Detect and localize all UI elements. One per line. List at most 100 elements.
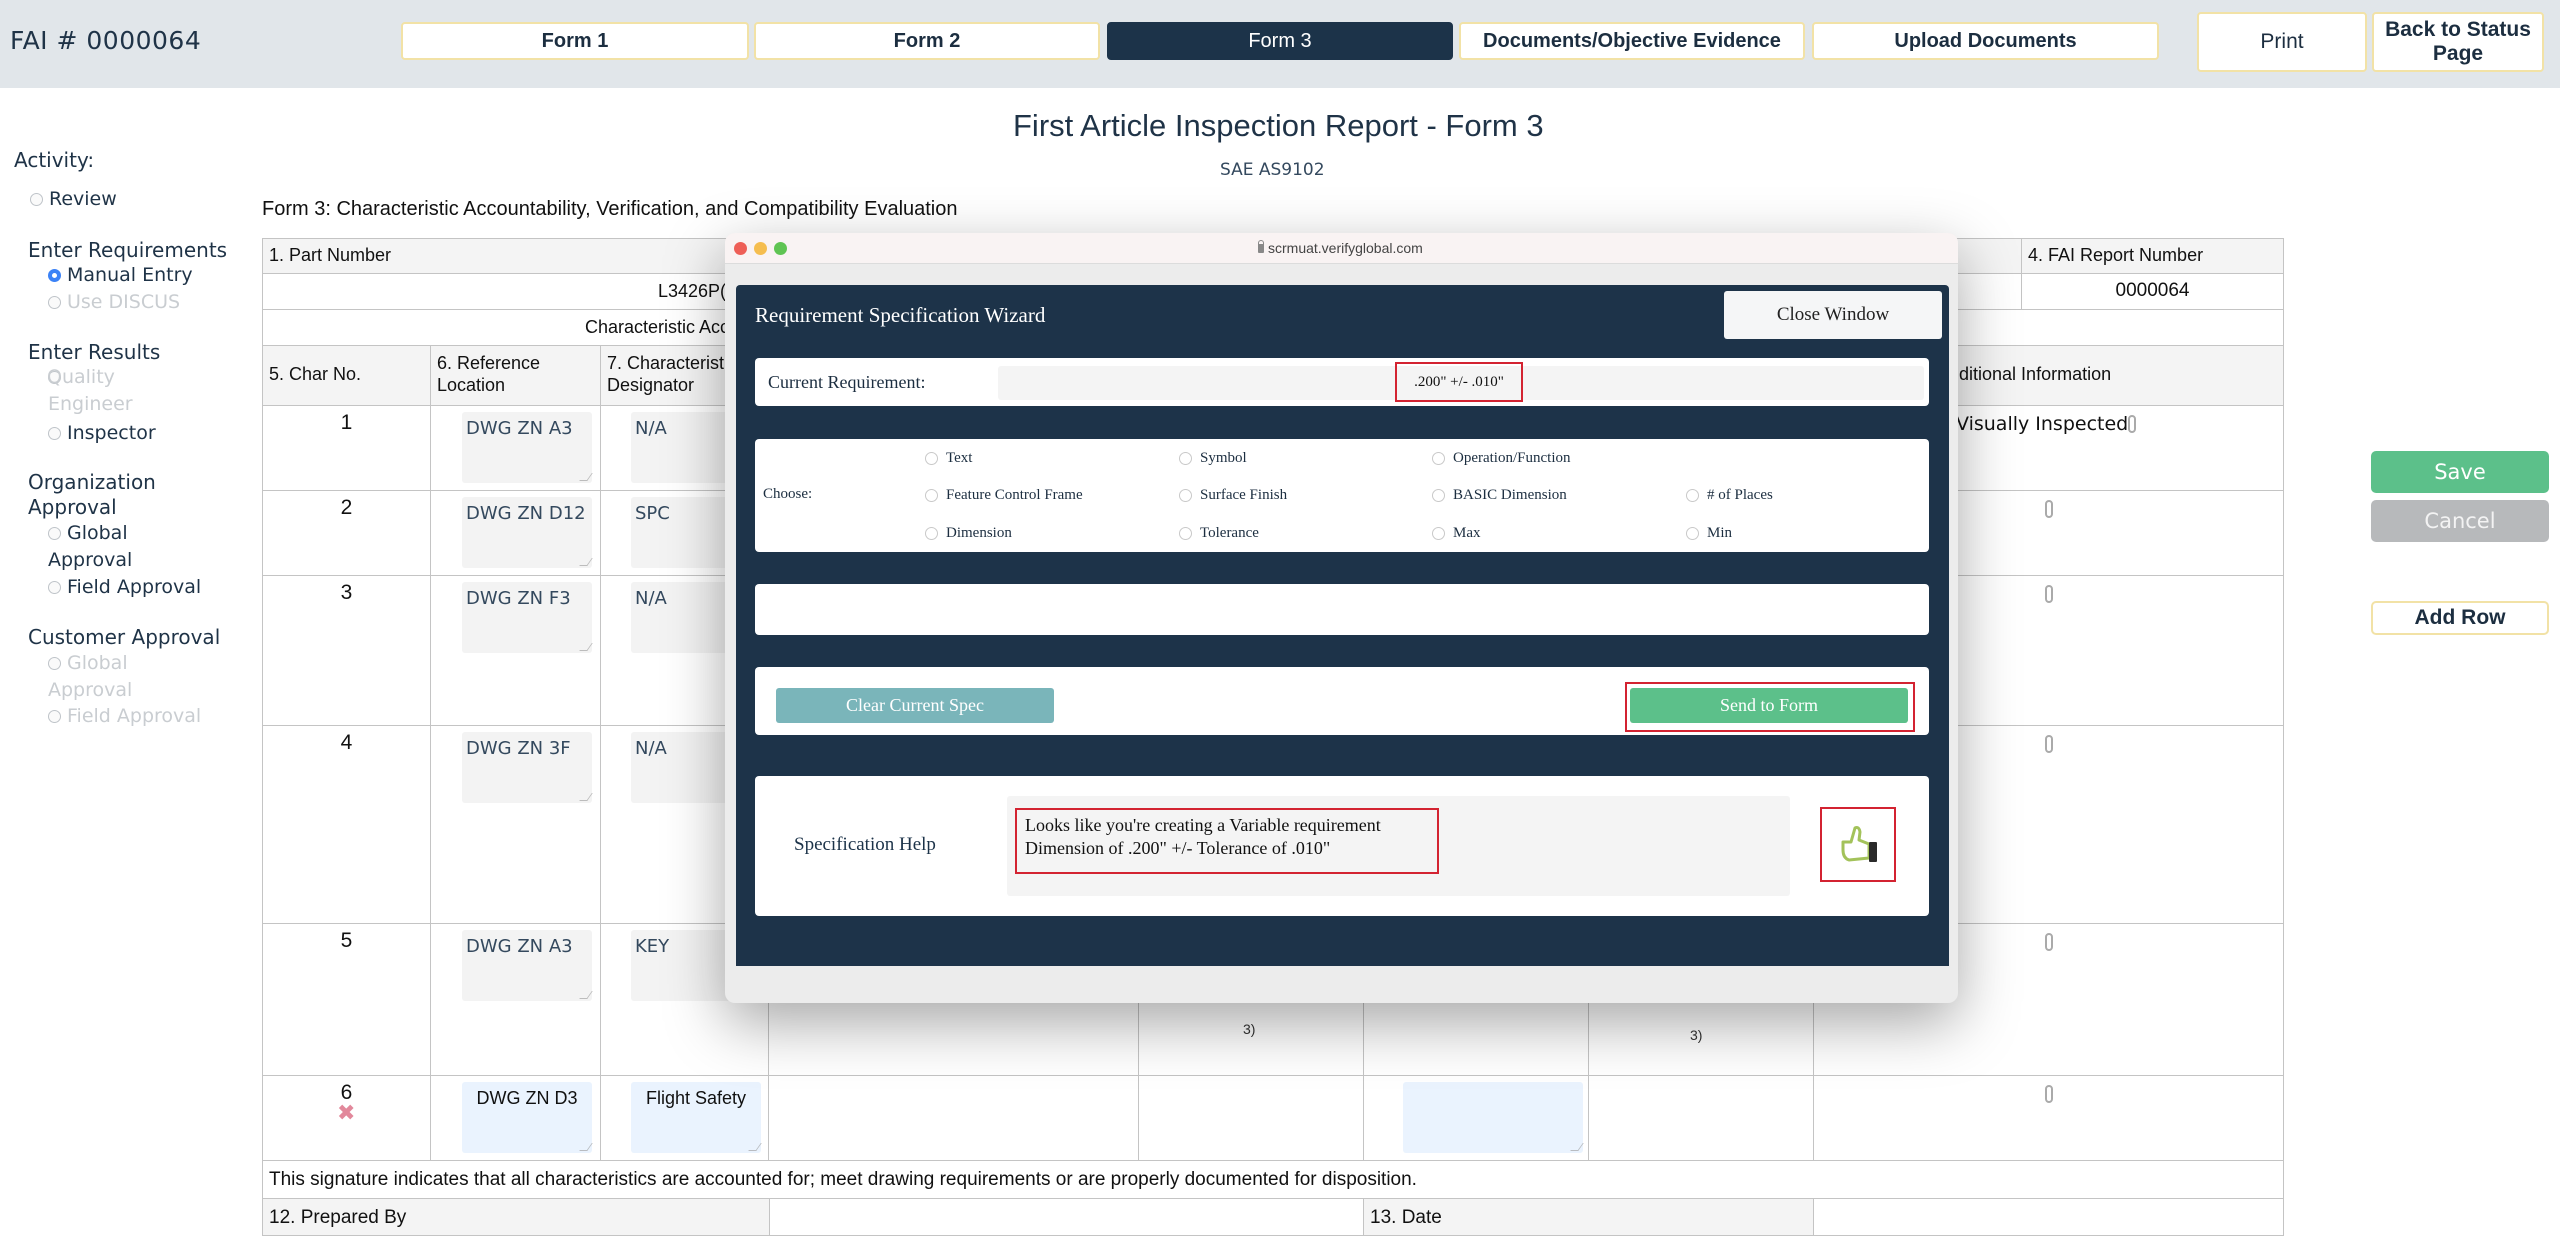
reference-location-input[interactable]: DWG ZN A3: [462, 930, 592, 1001]
url-text: scrmuat.verifyglobal.com: [1268, 240, 1423, 256]
radio-circle-icon: [1686, 489, 1699, 502]
designator-input[interactable]: Flight Safety: [631, 1082, 761, 1153]
minimize-dot-icon[interactable]: [754, 242, 767, 255]
char-no: 2: [340, 496, 353, 519]
paperclip-icon[interactable]: [2045, 585, 2053, 603]
thumbs-up-highlight: [1820, 807, 1896, 882]
option-label: Operation/Function: [1453, 450, 1571, 466]
radio-org-global-approval[interactable]: Global Approval: [28, 520, 158, 574]
radio-circle-icon: [48, 427, 61, 440]
reference-location-input[interactable]: DWG ZN D3: [462, 1082, 592, 1153]
activity-label: Activity:: [14, 148, 95, 172]
radio-circle-icon: [48, 527, 61, 540]
help-line-2: Dimension of .200" +/- Tolerance of .010…: [1025, 838, 1331, 858]
additional-info-label: dditional Information: [1949, 364, 2112, 384]
back-to-status-button[interactable]: Back to Status Page: [2372, 12, 2544, 72]
radio-label: Inspector: [67, 422, 156, 444]
radio-circle-icon: [1179, 489, 1192, 502]
delete-row-icon[interactable]: ✖: [337, 1101, 355, 1126]
radio-cust-field-approval[interactable]: Field Approval: [28, 703, 201, 729]
radio-circle-icon: [925, 452, 938, 465]
radio-review[interactable]: Review: [14, 186, 117, 212]
option-label: Dimension: [946, 525, 1012, 541]
part-number-label: 1. Part Number: [269, 245, 392, 265]
paperclip-icon[interactable]: [2128, 415, 2136, 433]
option-feature-control-frame[interactable]: Feature Control Frame: [925, 487, 1083, 504]
option-label: Text: [946, 450, 973, 466]
option-label: # of Places: [1707, 487, 1773, 503]
send-to-form-button[interactable]: Send to Form: [1630, 688, 1908, 723]
reference-location-input[interactable]: DWG ZN 3F: [462, 732, 592, 803]
paperclip-icon[interactable]: [2045, 933, 2053, 951]
paperclip-icon[interactable]: [2045, 500, 2053, 518]
radio-circle-icon: [48, 657, 61, 670]
option-label: Symbol: [1200, 450, 1247, 466]
option-tolerance[interactable]: Tolerance: [1179, 525, 1259, 542]
option-label: Min: [1707, 525, 1733, 541]
option-max[interactable]: Max: [1432, 525, 1481, 542]
char-no: 1: [340, 411, 353, 434]
prepared-by-label: 12. Prepared By: [262, 1198, 770, 1236]
date-field[interactable]: [1813, 1198, 2284, 1236]
option-label: BASIC Dimension: [1453, 487, 1567, 503]
col-header-char-no: 5. Char No.: [262, 345, 431, 406]
table-cell: [768, 1075, 1139, 1161]
fai-report-number-cell: 0000064: [2021, 273, 2284, 310]
char-no: 5: [340, 929, 353, 952]
radio-circle-icon: [1432, 452, 1445, 465]
option-dimension[interactable]: Dimension: [925, 525, 1012, 542]
current-requirement-label: Current Requirement:: [768, 372, 926, 392]
close-dot-icon[interactable]: [734, 242, 747, 255]
radio-cust-global-approval[interactable]: Global Approval: [28, 650, 158, 704]
choose-label: Choose:: [763, 486, 813, 502]
radio-circle-icon: [1432, 489, 1445, 502]
option-surface-finish[interactable]: Surface Finish: [1179, 487, 1287, 504]
window-url: scrmuat.verifyglobal.com: [1258, 239, 1423, 256]
save-button[interactable]: Save: [2371, 451, 2549, 493]
tab-upload-documents[interactable]: Upload Documents: [1812, 22, 2159, 60]
tab-form-1[interactable]: Form 1: [401, 22, 749, 60]
radio-use-discus[interactable]: Use DISCUS: [28, 289, 180, 315]
tab-form-2[interactable]: Form 2: [754, 22, 1100, 60]
tab-documents-objective-evidence[interactable]: Documents/Objective Evidence: [1459, 22, 1805, 60]
radio-circle-icon: [1179, 527, 1192, 540]
cancel-button[interactable]: Cancel: [2371, 500, 2549, 542]
option-of-places[interactable]: # of Places: [1686, 487, 1773, 504]
maximize-dot-icon[interactable]: [774, 242, 787, 255]
customer-approval-heading: Customer Approval: [28, 625, 221, 649]
print-button[interactable]: Print: [2197, 12, 2367, 72]
radio-label: Field Approval: [67, 576, 202, 598]
radio-label: Manual Entry: [67, 264, 193, 286]
close-window-button[interactable]: Close Window: [1724, 291, 1942, 339]
tab-form-3[interactable]: Form 3: [1107, 22, 1453, 60]
add-row-button[interactable]: Add Row: [2371, 601, 2549, 635]
option-basic-dimension[interactable]: BASIC Dimension: [1432, 487, 1567, 504]
prepared-by-field[interactable]: [769, 1198, 1364, 1236]
option-min[interactable]: Min: [1686, 525, 1732, 542]
result-input[interactable]: [1403, 1082, 1583, 1153]
reference-location-input[interactable]: DWG ZN A3: [462, 412, 592, 483]
radio-selected-icon: [48, 269, 61, 282]
current-requirement-value: .200" +/- .010": [1395, 362, 1523, 402]
paperclip-icon[interactable]: [2045, 735, 2053, 753]
radio-manual-entry[interactable]: Manual Entry: [28, 262, 193, 288]
clear-current-spec-button[interactable]: Clear Current Spec: [776, 688, 1054, 723]
reference-location-input[interactable]: DWG ZN F3: [462, 582, 592, 653]
page-title-text: First Article Inspection Report - Form 3: [1013, 108, 1544, 143]
enter-requirements-heading: Enter Requirements: [28, 238, 228, 262]
radio-circle-icon: [1179, 452, 1192, 465]
radio-org-field-approval[interactable]: Field Approval: [28, 574, 201, 600]
option-operation-function[interactable]: Operation/Function: [1432, 450, 1570, 467]
paperclip-icon[interactable]: [2045, 1085, 2053, 1103]
radio-quality-engineer[interactable]: Quality Engineer: [28, 364, 158, 418]
thumbs-up-icon: [1841, 825, 1877, 862]
reference-location-input[interactable]: DWG ZN D12: [462, 497, 592, 568]
radio-circle-icon: [48, 296, 61, 309]
option-symbol[interactable]: Symbol: [1179, 450, 1247, 467]
radio-circle-icon: [1686, 527, 1699, 540]
radio-inspector[interactable]: Inspector: [28, 420, 156, 446]
table-cell: [1588, 1075, 1814, 1161]
radio-label: Review: [49, 188, 117, 210]
option-text[interactable]: Text: [925, 450, 972, 467]
radio-label: Global Approval: [48, 652, 133, 701]
